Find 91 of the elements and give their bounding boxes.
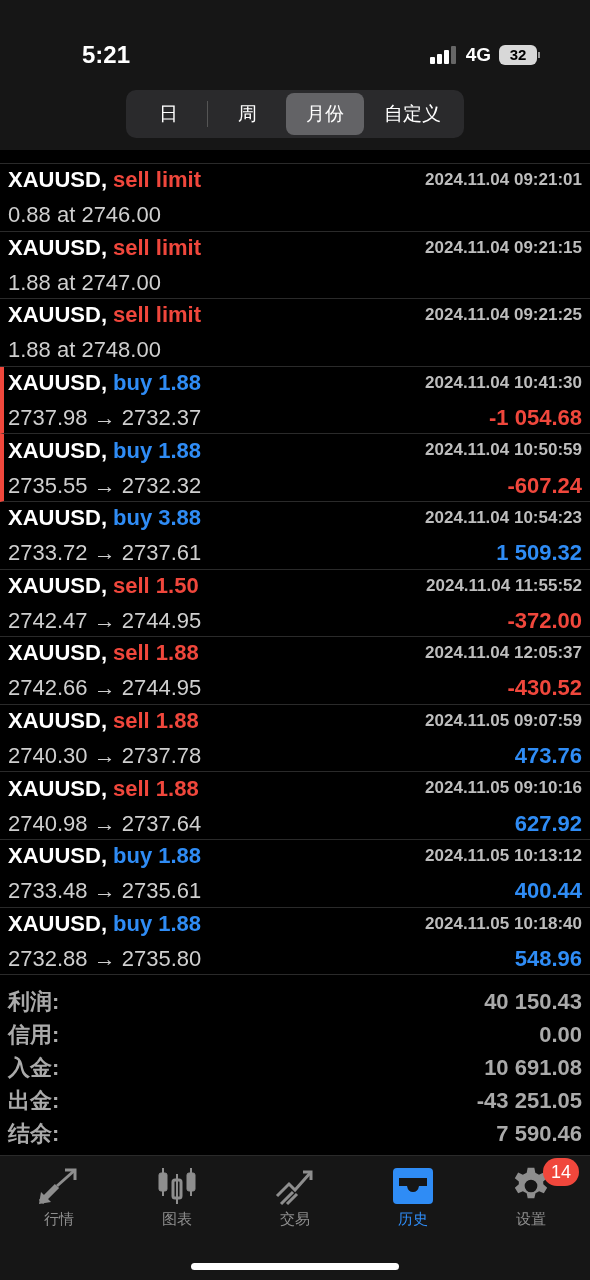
- profit-value: 400.44: [514, 877, 582, 906]
- profit-value: -430.52: [507, 674, 582, 703]
- trade-action: sell 1.88: [113, 639, 199, 668]
- history-row[interactable]: XAUUSD, sell limit 2024.11.04 09:21:01 0.88 at 2746.00: [0, 164, 590, 232]
- history-row[interactable]: XAUUSD, buy 1.88 2024.11.04 10:41:30 2737.98 → 2732.37 -1 054.68: [0, 366, 590, 435]
- summary-label: 结余:: [8, 1120, 60, 1149]
- trade-time: 2024.11.05 10:18:40: [425, 912, 582, 935]
- summary-value: 7 590.46: [496, 1120, 582, 1149]
- history-row[interactable]: XAUUSD, sell 1.88 2024.11.05 09:07:59 2740.30 → 2737.78 473.76: [0, 704, 590, 773]
- symbol-label: XAUUSD,: [8, 436, 107, 465]
- trade-time: 2024.11.04 09:21:01: [425, 169, 582, 192]
- symbol-label: XAUUSD,: [8, 639, 107, 668]
- trade-action: sell 1.88: [113, 774, 199, 803]
- trade-time: 2024.11.05 09:10:16: [425, 777, 582, 800]
- period-tab[interactable]: 自定义: [364, 93, 461, 135]
- history-row[interactable]: XAUUSD, buy 3.88 2024.11.04 10:54:23 2733.72 → 2737.61 1 509.32: [0, 501, 590, 570]
- profit-value: 1 509.32: [496, 539, 582, 568]
- history-row[interactable]: XAUUSD, buy 1.88 2024.11.05 10:18:40 2732.88 → 2735.80 548.96: [0, 907, 590, 976]
- trade-detail: 2740.30 → 2737.78: [8, 742, 202, 771]
- trade-action: buy 1.88: [113, 369, 202, 398]
- tab-bar-item[interactable]: 历史: [365, 1158, 461, 1231]
- symbol-label: XAUUSD,: [8, 909, 107, 938]
- tab-bar-item[interactable]: 交易: [247, 1158, 343, 1231]
- trade-time: 2024.11.04 12:05:37: [425, 642, 582, 665]
- symbol-label: XAUUSD,: [8, 774, 107, 803]
- status-time: 5:21: [82, 40, 131, 70]
- trade-time: 2024.11.05 09:07:59: [425, 709, 582, 732]
- trade-action: buy 1.88: [113, 842, 202, 871]
- trade-detail: 1.88 at 2748.00: [8, 336, 161, 365]
- trade-time: 2024.11.04 10:50:59: [425, 439, 582, 462]
- profit-value: -607.24: [507, 471, 582, 500]
- trade-time: 2024.11.04 10:54:23: [425, 507, 582, 529]
- symbol-label: XAUUSD,: [8, 369, 107, 398]
- symbol-label: XAUUSD,: [8, 504, 107, 533]
- profit-value: 473.76: [514, 742, 582, 771]
- trade-detail: 2742.66 → 2744.95: [8, 674, 202, 703]
- summary-label: 利润:: [8, 988, 60, 1017]
- profit-value: -1 054.68: [489, 404, 582, 433]
- battery-icon: 32: [499, 45, 540, 65]
- trade-action: buy 1.88: [113, 436, 202, 465]
- symbol-label: XAUUSD,: [8, 233, 107, 262]
- trade-detail: 1.88 at 2747.00: [8, 268, 161, 297]
- symbol-label: XAUUSD,: [8, 571, 107, 600]
- trade-time: 2024.11.04 09:21:15: [425, 236, 582, 259]
- trade-detail: 2735.55 → 2732.32: [8, 471, 202, 500]
- trade-time: 2024.11.04 09:21:25: [425, 304, 582, 327]
- trade-action: sell limit: [113, 233, 202, 262]
- trade-action: sell limit: [113, 166, 202, 195]
- history-row[interactable]: XAUUSD, sell limit 2024.11.04 09:21:15 1.88 at 2747.00: [0, 231, 590, 300]
- summary-label: 出金:: [8, 1087, 60, 1116]
- trade-detail: 2742.47 → 2744.95: [8, 606, 202, 635]
- tab-bar-item[interactable]: 设置 14: [483, 1158, 579, 1231]
- summary-value: 40 150.43: [484, 988, 582, 1017]
- summary-label: 信用:: [8, 1021, 60, 1050]
- signal-icon: [429, 46, 458, 64]
- profit-value: -372.00: [507, 606, 582, 635]
- trade-action: sell 1.50: [113, 571, 199, 600]
- period-tab[interactable]: 月份: [286, 93, 364, 135]
- trade-action: buy 3.88: [113, 504, 202, 533]
- summary-value: -43 251.05: [476, 1087, 582, 1116]
- tab-bar-item[interactable]: 行情: [11, 1158, 107, 1231]
- symbol-label: XAUUSD,: [8, 707, 107, 736]
- tab-bar-item[interactable]: 图表: [129, 1158, 225, 1231]
- history-row[interactable]: XAUUSD, sell limit 2024.11.04 09:21:25 1.88 at 2748.00: [0, 299, 590, 367]
- trade-action: sell 1.88: [113, 707, 199, 736]
- symbol-label: XAUUSD,: [8, 301, 107, 330]
- history-row[interactable]: XAUUSD, buy 1.88 2024.11.04 10:50:59 2735.55 → 2732.32 -607.24: [0, 434, 590, 502]
- notification-badge: 14: [542, 1158, 579, 1186]
- summary-value: 10 691.08: [484, 1054, 582, 1083]
- symbol-label: XAUUSD,: [8, 842, 107, 871]
- trade-action: buy 1.88: [113, 909, 202, 938]
- profit-value: 548.96: [514, 944, 582, 973]
- trade-time: 2024.11.04 10:41:30: [425, 371, 582, 394]
- summary-label: 入金:: [8, 1054, 60, 1083]
- trade-detail: 0.88 at 2746.00: [8, 201, 161, 230]
- symbol-label: XAUUSD,: [8, 166, 107, 195]
- trade-detail: 2732.88 → 2735.80: [8, 944, 202, 973]
- trade-detail: 2733.48 → 2735.61: [8, 877, 202, 906]
- candlestick-icon: [155, 1166, 199, 1206]
- trade-time: 2024.11.05 10:13:12: [425, 845, 582, 867]
- network-label: 4G: [465, 42, 491, 67]
- summary-value: 0.00: [539, 1021, 582, 1050]
- trade-detail: 2737.98 → 2732.37: [8, 404, 202, 433]
- trade-detail: 2740.98 → 2737.64: [8, 809, 202, 838]
- trade-action: sell limit: [113, 301, 202, 330]
- inbox-tray-icon: [391, 1166, 435, 1206]
- period-tab[interactable]: 周: [208, 93, 286, 135]
- trade-time: 2024.11.04 11:55:52: [426, 574, 582, 597]
- trade-detail: 2733.72 → 2737.61: [8, 539, 202, 568]
- profit-value: 627.92: [514, 809, 582, 838]
- period-tab[interactable]: 日: [129, 93, 207, 135]
